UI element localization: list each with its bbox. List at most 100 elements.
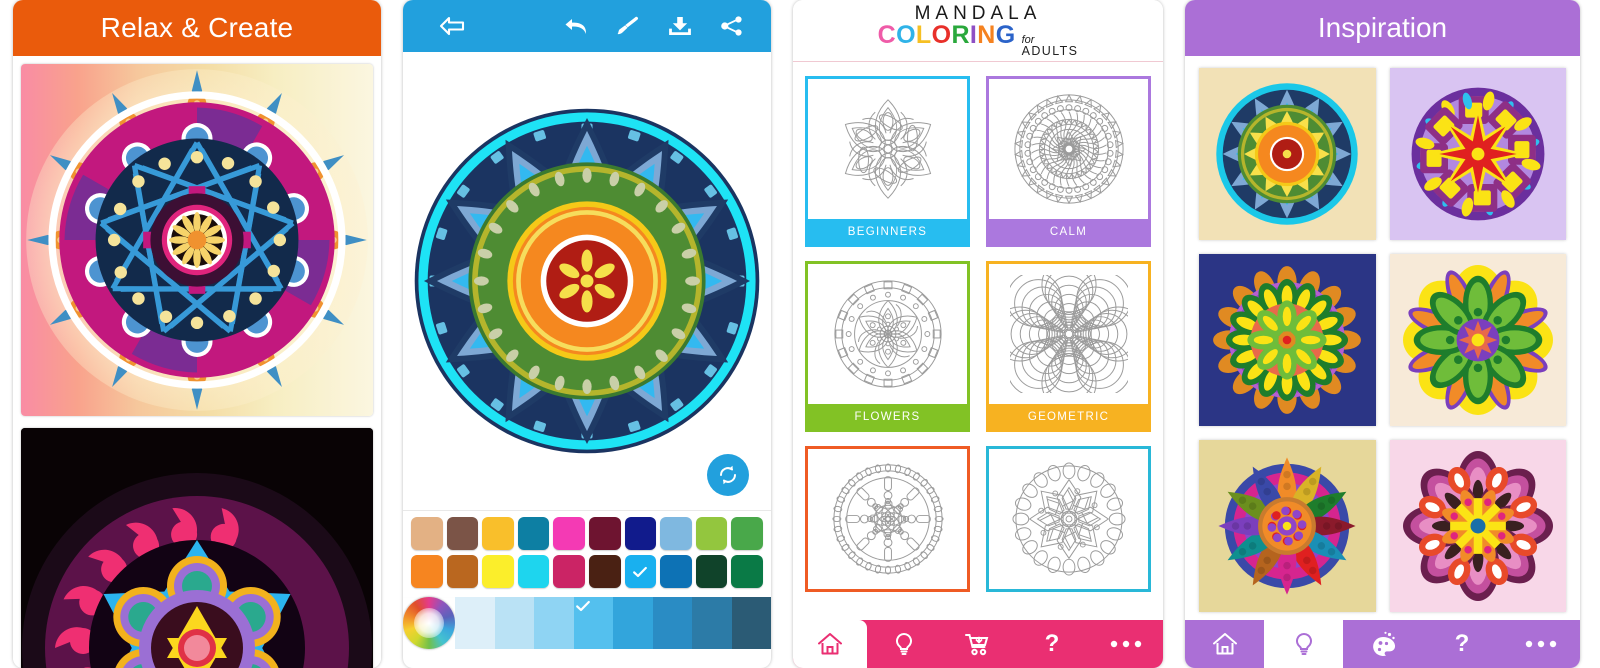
mandala-outline-art (833, 280, 942, 388)
nav-item-more[interactable] (1089, 620, 1163, 668)
color-palette (403, 510, 771, 597)
undo-arrow-icon (565, 19, 587, 34)
lightbulb-icon (1291, 631, 1317, 657)
nav-item-inspiration[interactable] (867, 620, 941, 668)
color-swatch[interactable] (588, 517, 621, 550)
nav-item-help[interactable]: ? (1422, 620, 1501, 668)
undo-button[interactable] (555, 9, 597, 43)
category-thumbnail (808, 449, 967, 589)
nav-item-home[interactable] (793, 620, 867, 668)
share-button[interactable] (711, 9, 753, 43)
shade-swatch[interactable] (613, 597, 653, 649)
color-swatch[interactable] (624, 517, 657, 550)
color-swatch[interactable] (660, 517, 692, 550)
shade-swatch[interactable] (731, 597, 771, 649)
mandala-dark-neon-art (21, 428, 373, 668)
inspiration-card[interactable] (1199, 440, 1376, 612)
nav-item-help[interactable]: ? (1015, 620, 1089, 668)
page-title-inspiration: Inspiration (1317, 12, 1448, 43)
nav-item-inspiration[interactable] (1264, 620, 1343, 668)
mandala-pink-purple-art (26, 69, 368, 411)
app-logo: MANDALA COLORING for ADULTS (793, 0, 1163, 62)
shade-swatch[interactable] (573, 597, 613, 649)
color-swatch[interactable] (553, 555, 585, 588)
editor-canvas[interactable] (403, 52, 771, 510)
nav-item-home[interactable] (1185, 620, 1264, 668)
color-swatch[interactable] (411, 517, 443, 550)
mandala-outline-art (844, 99, 931, 199)
color-wheel-button[interactable] (403, 597, 455, 649)
color-swatch[interactable] (482, 517, 514, 550)
mandala-outline-art (1009, 275, 1128, 393)
reload-icon (720, 465, 736, 485)
shade-swatch[interactable] (534, 597, 574, 649)
logo-letter: L (915, 20, 932, 49)
category-thumbnail (989, 79, 1148, 219)
color-swatch[interactable] (517, 517, 550, 550)
mandala-petal-sun (1218, 457, 1356, 595)
inspiration-card[interactable] (1199, 68, 1376, 240)
bottom-nav-inspiration: ? (1185, 620, 1580, 668)
shade-swatch[interactable] (692, 597, 732, 649)
editor-toolbar (403, 0, 771, 52)
category-thumbnail (808, 264, 967, 404)
color-swatch[interactable] (411, 555, 443, 588)
logo-letter: O (896, 20, 916, 49)
nav-item-more[interactable] (1501, 620, 1580, 668)
panel1-header: Relax & Create (13, 0, 381, 56)
app-store-screenshot-row: Relax & Create MANDALA COLORING for ADUL… (0, 0, 1600, 668)
color-swatch[interactable] (660, 555, 692, 588)
question-icon: ? (1451, 630, 1473, 658)
brush-button[interactable] (607, 9, 649, 43)
shade-swatch[interactable] (494, 597, 534, 649)
mandala-in-progress-art (414, 108, 760, 454)
screenshot-mandala-pink-purple[interactable] (21, 64, 373, 416)
color-swatch[interactable] (482, 555, 514, 588)
category-thumbnail (808, 79, 967, 219)
category-label: CALM (989, 219, 1148, 244)
inspiration-card[interactable] (1389, 440, 1566, 612)
download-button[interactable] (659, 9, 701, 43)
color-swatch[interactable] (446, 555, 479, 588)
reset-button[interactable] (707, 454, 749, 496)
logo-letter: O (931, 20, 952, 49)
mandala-outline-art (1011, 462, 1126, 576)
category-tile[interactable]: BEGINNERS (805, 76, 970, 247)
lightbulb-icon (891, 631, 917, 657)
color-swatch[interactable] (731, 517, 763, 550)
panel-inspiration: Inspiration ? (1185, 0, 1580, 668)
color-swatch[interactable] (517, 555, 550, 588)
category-tile[interactable] (805, 446, 970, 592)
category-tile[interactable] (986, 446, 1151, 592)
inspiration-card[interactable] (1199, 254, 1376, 426)
nav-item-palette[interactable] (1343, 620, 1422, 668)
more-icon (1524, 638, 1558, 650)
panel1-body (13, 56, 381, 668)
question-icon: ? (1041, 630, 1063, 658)
mandala-magenta-flower (1402, 451, 1553, 601)
color-swatch[interactable] (553, 517, 585, 550)
page-title: Relax & Create (100, 12, 294, 43)
category-tile[interactable]: GEOMETRIC (986, 261, 1151, 432)
inspiration-card[interactable] (1389, 68, 1566, 240)
color-swatch[interactable] (695, 555, 728, 588)
shade-swatch[interactable] (455, 597, 495, 649)
color-swatch[interactable] (588, 555, 621, 588)
color-swatch[interactable] (731, 555, 763, 588)
category-tile[interactable]: CALM (986, 76, 1151, 247)
category-tile[interactable]: FLOWERS (805, 261, 970, 432)
shade-strip (403, 597, 771, 649)
nav-item-shop[interactable] (941, 620, 1015, 668)
inspiration-card[interactable] (1389, 254, 1566, 426)
back-button[interactable] (431, 9, 473, 43)
color-swatch[interactable] (624, 555, 657, 588)
mandala-lotus-blue (1216, 83, 1358, 225)
color-swatch[interactable] (695, 517, 728, 550)
logo-coloring-word: COLORING (878, 20, 1016, 49)
screenshot-mandala-dark-neon[interactable] (21, 428, 373, 668)
mandala-purple-star (1411, 87, 1545, 221)
logo-letter: G (995, 20, 1016, 49)
color-swatch[interactable] (446, 517, 479, 550)
more-icon (1109, 638, 1143, 650)
shade-swatch[interactable] (652, 597, 692, 649)
